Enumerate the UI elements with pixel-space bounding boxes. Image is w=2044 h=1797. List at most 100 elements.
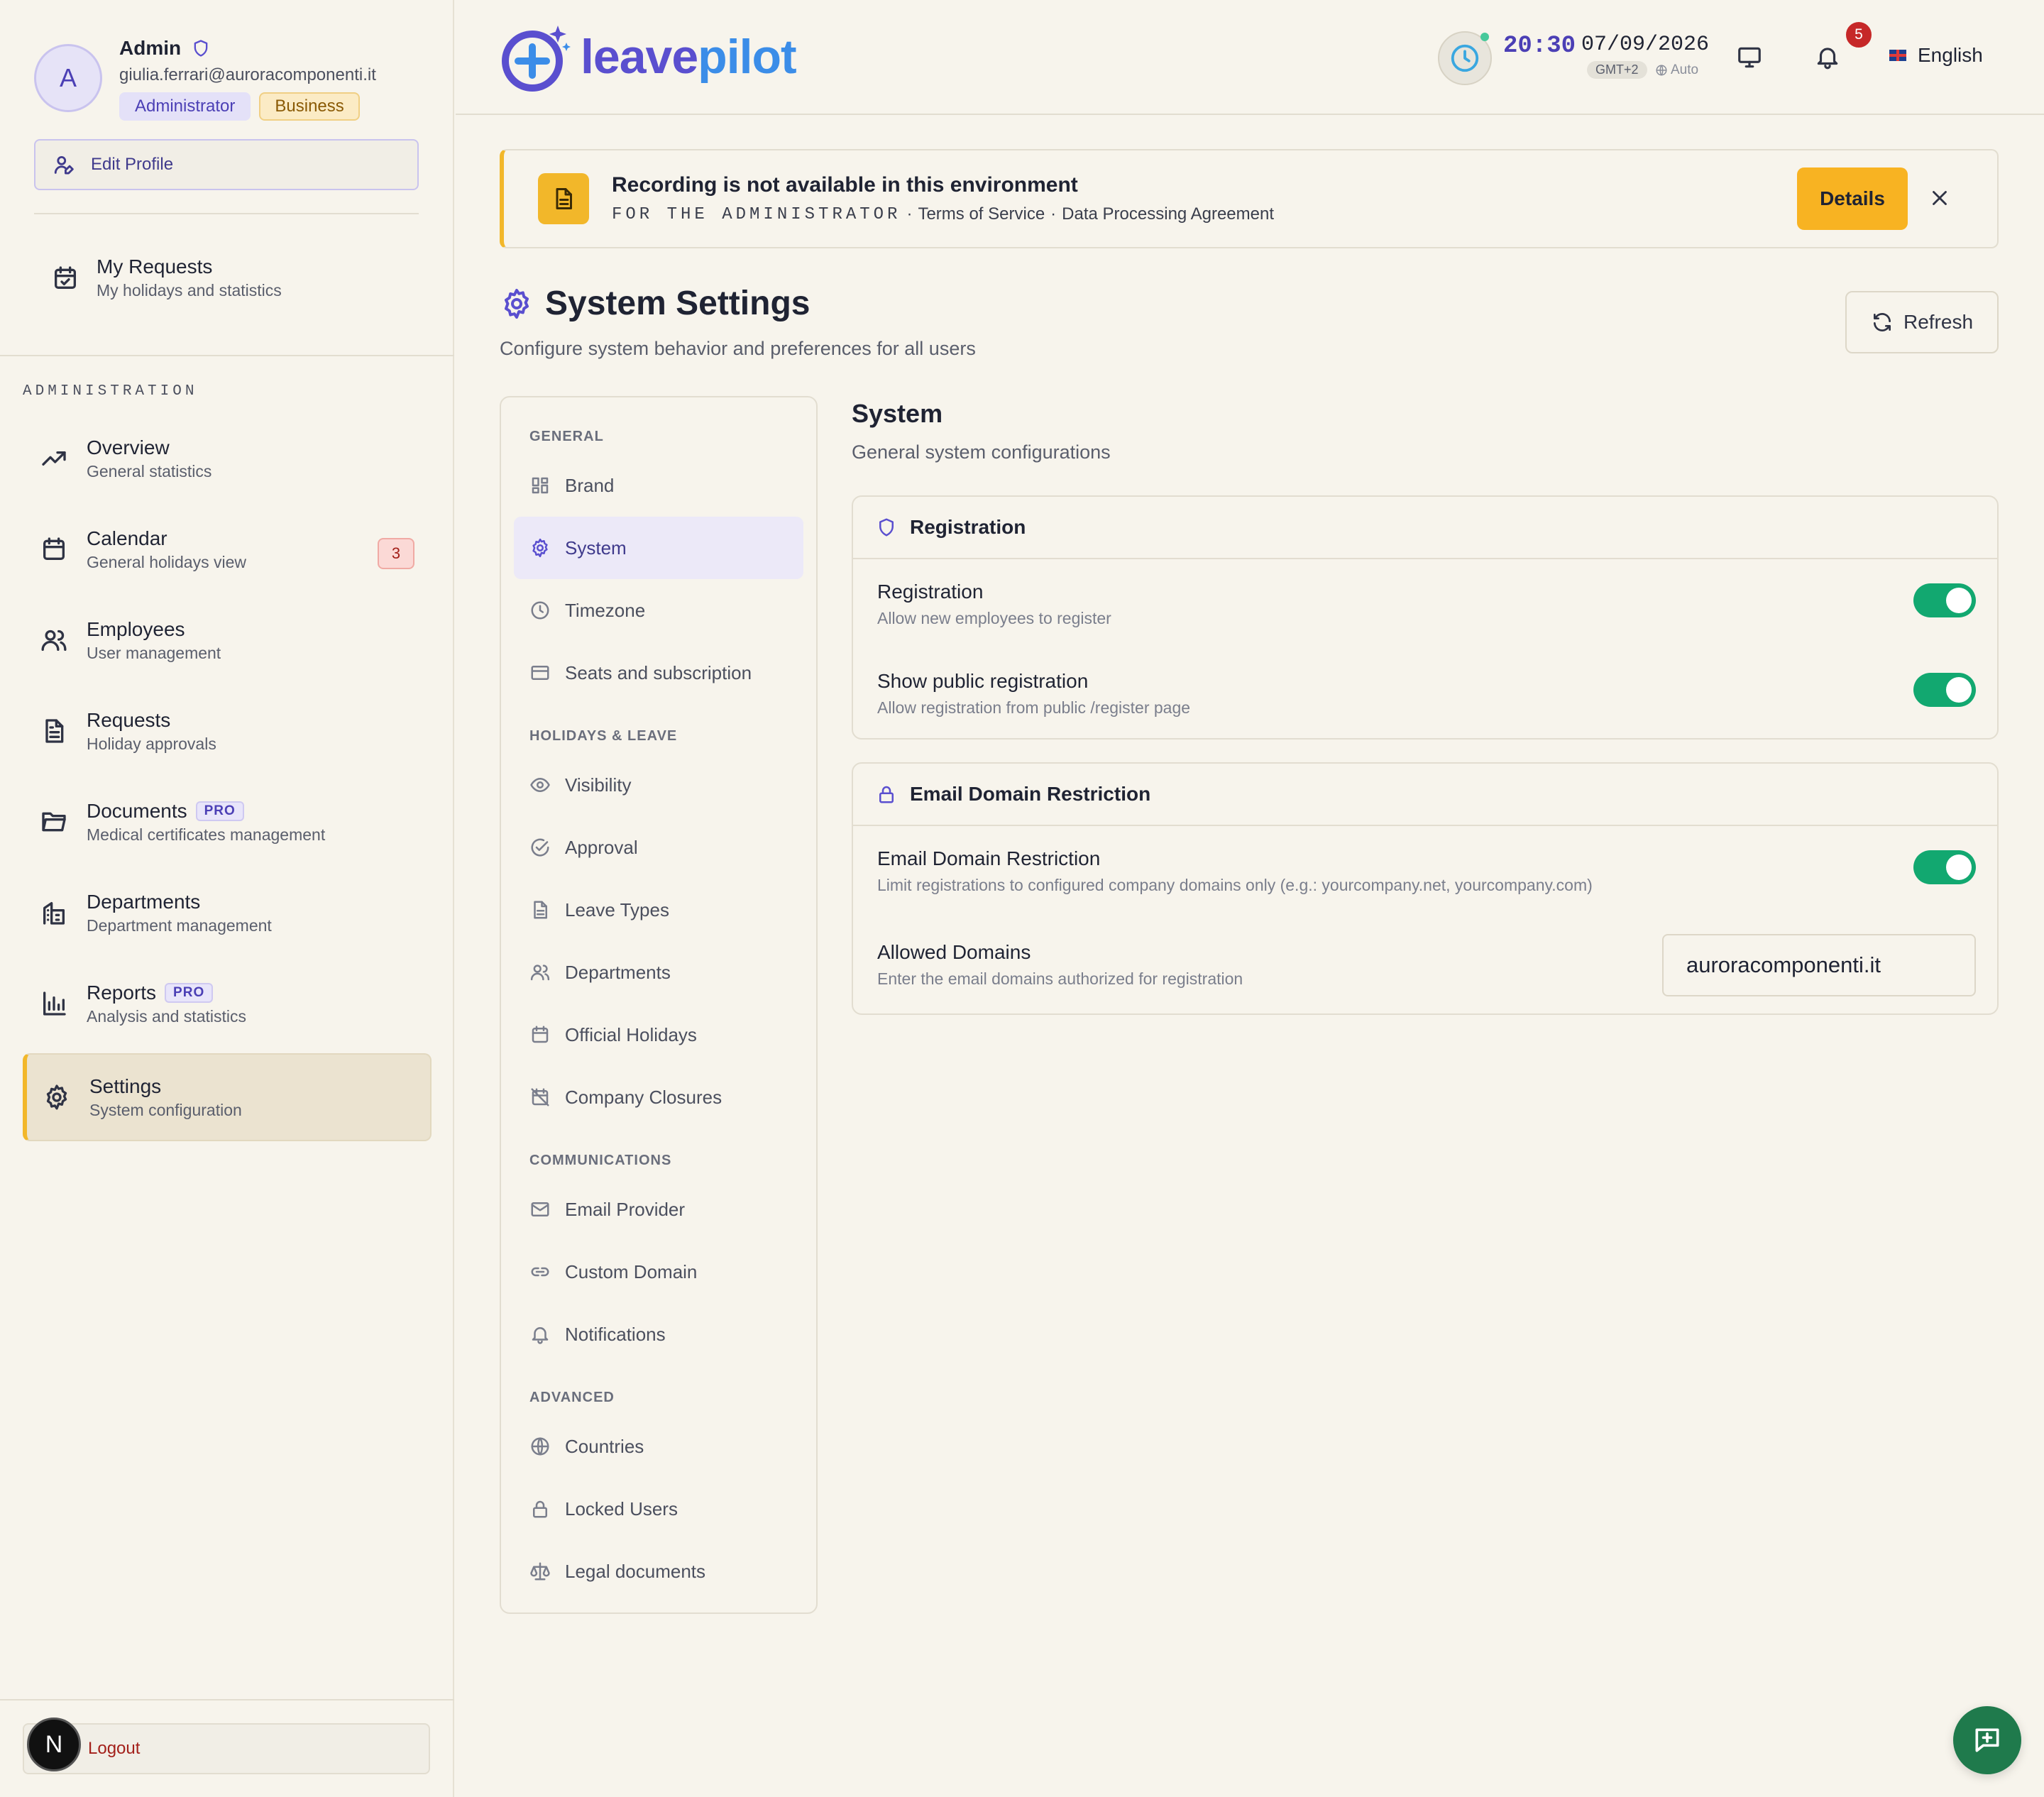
shield-icon: [876, 516, 897, 539]
edit-profile-label: Edit Profile: [91, 155, 174, 174]
card-title: Registration: [910, 516, 1026, 538]
nav-title: Overview: [87, 436, 170, 458]
user-email: giulia.ferrari@auroracomponenti.it: [119, 65, 376, 84]
divider: [0, 1699, 454, 1700]
settings-item-custom-domain[interactable]: Custom Domain: [514, 1241, 803, 1303]
settings-item-label: Brand: [565, 474, 615, 496]
mail-icon: [529, 1199, 551, 1220]
sidebar-item-reports[interactable]: Reports PRO Analysis and statistics: [23, 962, 432, 1045]
terms-link[interactable]: Terms of Service: [918, 204, 1045, 224]
settings-item-brand[interactable]: Brand: [514, 454, 803, 517]
pro-badge: PRO: [165, 982, 214, 1003]
check-circle-icon: [529, 837, 551, 858]
nav-title: Calendar: [87, 527, 167, 549]
my-requests-text: My Requests My holidays and statistics: [97, 255, 282, 300]
trending-up-icon: [40, 444, 68, 473]
dpa-link[interactable]: Data Processing Agreement: [1062, 204, 1274, 224]
details-button[interactable]: Details: [1797, 167, 1908, 230]
users-icon: [529, 962, 551, 983]
globe-icon: [1655, 64, 1668, 77]
file-text-icon: [529, 899, 551, 921]
settings-item-label: Countries: [565, 1435, 644, 1457]
shield-icon: [191, 38, 211, 59]
section-title: System: [852, 399, 943, 428]
sidebar-item-employees[interactable]: Employees User management: [23, 599, 432, 681]
settings-item-system[interactable]: System: [514, 517, 803, 579]
settings-item-company-closures[interactable]: Company Closures: [514, 1066, 803, 1128]
clock-icon: [1449, 42, 1481, 75]
settings-item-label: System: [565, 537, 627, 559]
nav-subtitle: Holiday approvals: [87, 734, 216, 753]
message-plus-icon: [1972, 1725, 2003, 1756]
plan-badge: Business: [259, 92, 360, 121]
sidebar-item-documents[interactable]: Documents PRO Medical certificates manag…: [23, 781, 432, 863]
language-selector[interactable]: English: [1889, 44, 1983, 67]
sidebar-item-overview[interactable]: Overview General statistics: [23, 417, 432, 500]
top-header: leavepilot 20:30 07/09/2026 GMT+2 Auto 5…: [456, 0, 2044, 115]
scale-icon: [529, 1561, 551, 1582]
nav-title-row: Documents PRO: [87, 800, 325, 823]
monitor-icon[interactable]: [1736, 44, 1763, 71]
link-icon: [529, 1261, 551, 1282]
chat-button[interactable]: [1953, 1706, 2021, 1774]
nav-subtitle: User management: [87, 643, 221, 662]
public-registration-toggle[interactable]: [1913, 673, 1976, 707]
settings-item-locked-users[interactable]: Locked Users: [514, 1478, 803, 1540]
settings-item-departments[interactable]: Departments: [514, 941, 803, 1004]
settings-item-visibility[interactable]: Visibility: [514, 754, 803, 816]
settings-item-notifications[interactable]: Notifications: [514, 1303, 803, 1365]
sidebar-item-my-requests[interactable]: My Requests My holidays and statistics: [51, 255, 282, 300]
nav-title: Employees: [87, 617, 185, 640]
avatar[interactable]: A: [34, 44, 102, 112]
nav-title: Documents: [87, 799, 187, 822]
allowed-domains-input[interactable]: [1662, 934, 1976, 996]
registration-toggle[interactable]: [1913, 583, 1976, 617]
calendar-check-icon: [51, 264, 79, 292]
user-badges: Administrator Business: [119, 92, 376, 121]
settings-item-email-provider[interactable]: Email Provider: [514, 1178, 803, 1241]
settings-group-communications: COMMUNICATIONS: [529, 1153, 672, 1168]
settings-item-approval[interactable]: Approval: [514, 816, 803, 879]
setting-title: Allowed Domains: [877, 941, 1031, 963]
timezone-badge: GMT+2: [1587, 61, 1647, 79]
settings-item-seats[interactable]: Seats and subscription: [514, 642, 803, 704]
divider: [34, 213, 419, 214]
n-badge[interactable]: N: [27, 1718, 81, 1771]
pro-badge: PRO: [195, 801, 244, 821]
settings-item-timezone[interactable]: Timezone: [514, 579, 803, 642]
refresh-button[interactable]: Refresh: [1845, 291, 1999, 353]
uk-flag-icon: [1889, 50, 1906, 61]
calendar-icon: [529, 1024, 551, 1045]
app-logo[interactable]: leavepilot: [501, 20, 797, 94]
logout-button[interactable]: Logout: [23, 1723, 430, 1774]
settings-item-label: Approval: [565, 836, 638, 858]
settings-item-leave-types[interactable]: Leave Types: [514, 879, 803, 941]
sidebar-item-departments[interactable]: Departments Department management: [23, 872, 432, 954]
sidebar-item-requests[interactable]: Requests Holiday approvals: [23, 690, 432, 772]
card-header: Email Domain Restriction: [853, 764, 1997, 826]
setting-row-email-restriction: Email Domain Restriction Limit registrat…: [877, 847, 1593, 895]
setting-row-registration: Registration Allow new employees to regi…: [877, 581, 1111, 628]
lock-icon: [876, 783, 897, 806]
setting-description: Allow new employees to register: [877, 609, 1111, 627]
credit-card-icon: [529, 662, 551, 683]
settings-item-label: Locked Users: [565, 1498, 678, 1520]
setting-title: Registration: [877, 581, 984, 603]
settings-item-countries[interactable]: Countries: [514, 1415, 803, 1478]
logo-leave: leave: [581, 30, 698, 84]
clock-icon: [529, 600, 551, 621]
email-domain-card: Email Domain Restriction Email Domain Re…: [852, 762, 1999, 1015]
nav-title-row: Reports PRO: [87, 982, 246, 1004]
settings-group-holidays: HOLIDAYS & LEAVE: [529, 728, 678, 744]
notifications-bell-icon[interactable]: [1814, 43, 1841, 71]
email-restriction-toggle[interactable]: [1913, 850, 1976, 884]
plus-sparkle-logo-icon: [501, 20, 575, 94]
sidebar-item-settings[interactable]: Settings System configuration: [23, 1053, 432, 1141]
environment-banner: Recording is not available in this envir…: [500, 149, 1999, 248]
page-subtitle: Configure system behavior and preference…: [500, 338, 976, 359]
close-icon[interactable]: [1928, 186, 1952, 210]
settings-item-official-holidays[interactable]: Official Holidays: [514, 1004, 803, 1066]
edit-profile-button[interactable]: Edit Profile: [34, 139, 419, 190]
sidebar-item-calendar[interactable]: Calendar General holidays view 3: [23, 508, 432, 590]
settings-item-legal-documents[interactable]: Legal documents: [514, 1540, 803, 1603]
